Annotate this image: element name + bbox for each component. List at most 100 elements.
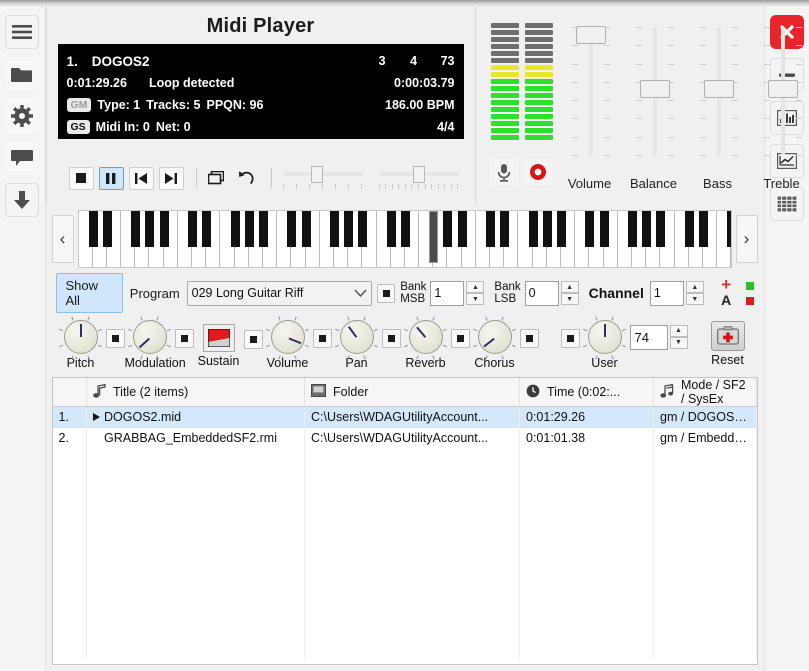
piano-black-key[interactable] — [144, 211, 154, 247]
sustain-reset-button[interactable] — [243, 330, 263, 349]
piano-black-key[interactable] — [187, 211, 197, 247]
table-row-empty[interactable] — [52, 616, 757, 638]
keyboard-scroll-left-button[interactable]: ‹ — [51, 215, 74, 263]
bank-lsb-input[interactable] — [524, 280, 559, 306]
piano-black-key[interactable] — [386, 211, 396, 247]
bank-msb-input[interactable] — [430, 280, 465, 306]
piano-black-key[interactable] — [159, 211, 169, 247]
table-row-empty[interactable] — [52, 469, 757, 491]
piano-black-key[interactable] — [301, 211, 311, 247]
piano-black-key[interactable] — [726, 211, 731, 247]
piano-black-key[interactable] — [485, 211, 495, 247]
piano-black-key[interactable] — [244, 211, 254, 247]
piano-black-key-pressed[interactable] — [428, 211, 438, 263]
table-row-empty[interactable] — [52, 448, 757, 470]
folder-icon[interactable] — [5, 57, 40, 91]
piano-black-key[interactable] — [684, 211, 694, 247]
program-select[interactable]: 029 Long Guitar Riff — [186, 280, 373, 306]
fader-thumb[interactable] — [703, 80, 734, 98]
knob-dial[interactable] — [583, 316, 626, 359]
user-up-button[interactable]: ▲ — [669, 324, 688, 337]
fader-volume[interactable]: Volume — [558, 21, 622, 191]
knob-dial[interactable] — [59, 316, 102, 359]
speech-bubble-icon[interactable] — [5, 141, 40, 175]
program-stop-button[interactable] — [377, 283, 396, 303]
tempo-slider-thumb[interactable] — [310, 166, 323, 183]
knob-dial[interactable] — [473, 316, 516, 359]
previous-button[interactable] — [128, 166, 154, 190]
pause-button[interactable] — [98, 166, 124, 190]
piano-black-key[interactable] — [343, 211, 353, 247]
piano-black-key[interactable] — [201, 211, 211, 247]
piano-black-key[interactable] — [230, 211, 240, 247]
piano-black-key[interactable] — [698, 211, 708, 247]
keyboard-scroll-right-button[interactable]: › — [735, 215, 758, 263]
channel-input[interactable] — [649, 280, 684, 306]
download-arrow-icon[interactable] — [5, 183, 40, 217]
piano-black-key[interactable] — [130, 211, 140, 247]
piano-black-key[interactable] — [258, 211, 268, 247]
tempo-slider[interactable] — [282, 165, 363, 191]
grid-icon[interactable] — [769, 187, 804, 221]
piano-black-key[interactable] — [88, 211, 98, 247]
pan-reset-button[interactable] — [381, 328, 401, 348]
bank-lsb-up-button[interactable]: ▲ — [560, 281, 579, 293]
piano-black-key[interactable] — [641, 211, 651, 247]
user-value-input[interactable]: 74 — [629, 324, 668, 350]
user-reset-button[interactable] — [560, 328, 580, 348]
record-button[interactable] — [523, 159, 552, 185]
bank-msb-stepper[interactable]: ▲ ▼ — [430, 280, 485, 306]
channel-down-button[interactable]: ▼ — [685, 293, 704, 305]
show-all-button[interactable]: Show All — [55, 273, 123, 313]
piano-black-key[interactable] — [542, 211, 552, 247]
channel-stepper[interactable]: ▲ ▼ — [649, 280, 704, 306]
rewind-button[interactable] — [234, 167, 259, 190]
stop-button[interactable] — [68, 166, 94, 190]
sustain-pedal-icon[interactable] — [202, 324, 235, 352]
knob-dial[interactable] — [335, 316, 378, 359]
piano-black-key[interactable] — [442, 211, 452, 247]
chorus-reset-button[interactable] — [519, 328, 539, 348]
pitch-slider-thumb[interactable] — [412, 166, 425, 183]
piano-black-key[interactable] — [584, 211, 594, 247]
microphone-icon[interactable] — [489, 159, 518, 185]
gear-icon[interactable] — [5, 99, 40, 133]
piano-black-key[interactable] — [528, 211, 538, 247]
modulation-reset-button[interactable] — [174, 328, 194, 348]
loop-button[interactable] — [204, 167, 229, 190]
table-row-empty[interactable] — [52, 553, 757, 575]
piano-black-key[interactable] — [329, 211, 339, 247]
reverb-reset-button[interactable] — [450, 328, 470, 348]
table-row-empty[interactable] — [52, 532, 757, 554]
bank-msb-up-button[interactable]: ▲ — [466, 281, 485, 293]
fader-thumb[interactable] — [575, 26, 606, 44]
volume-reset-button[interactable] — [312, 328, 332, 348]
user-down-button[interactable]: ▼ — [669, 336, 688, 349]
piano-black-key[interactable] — [357, 211, 367, 247]
knob-dial[interactable] — [128, 316, 171, 359]
piano-black-key[interactable] — [627, 211, 637, 247]
table-row-empty[interactable] — [52, 490, 757, 512]
fader-balance[interactable]: Balance — [622, 21, 686, 191]
add-button[interactable]: + — [721, 276, 731, 293]
bank-lsb-down-button[interactable]: ▼ — [560, 293, 579, 305]
pitch-slider[interactable] — [378, 165, 459, 191]
fader-thumb[interactable] — [767, 80, 798, 98]
piano-black-key[interactable] — [457, 211, 467, 247]
playlist-column-header[interactable]: Title (2 items) — [86, 378, 305, 407]
piano-keyboard[interactable] — [77, 210, 732, 268]
piano-black-key[interactable] — [499, 211, 509, 247]
playlist-column-header[interactable]: Mode / SF2 / SysEx — [653, 378, 757, 407]
menu-icon[interactable] — [5, 15, 40, 49]
all-channels-button[interactable]: A — [721, 293, 731, 308]
next-button[interactable] — [158, 166, 184, 190]
table-row[interactable]: 1. DOGOS2.mid C:\Users\WDAGUtilityAccount.… — [52, 406, 757, 428]
fader-treble[interactable]: Treble — [750, 21, 809, 191]
knob-dial[interactable] — [404, 316, 447, 359]
reset-button[interactable] — [710, 321, 745, 351]
pitch-reset-button[interactable] — [105, 328, 125, 348]
piano-black-key[interactable] — [286, 211, 296, 247]
knob-dial[interactable] — [266, 316, 309, 359]
piano-black-key[interactable] — [400, 211, 410, 247]
playlist-column-header[interactable]: Time (0:02:... — [519, 378, 654, 407]
